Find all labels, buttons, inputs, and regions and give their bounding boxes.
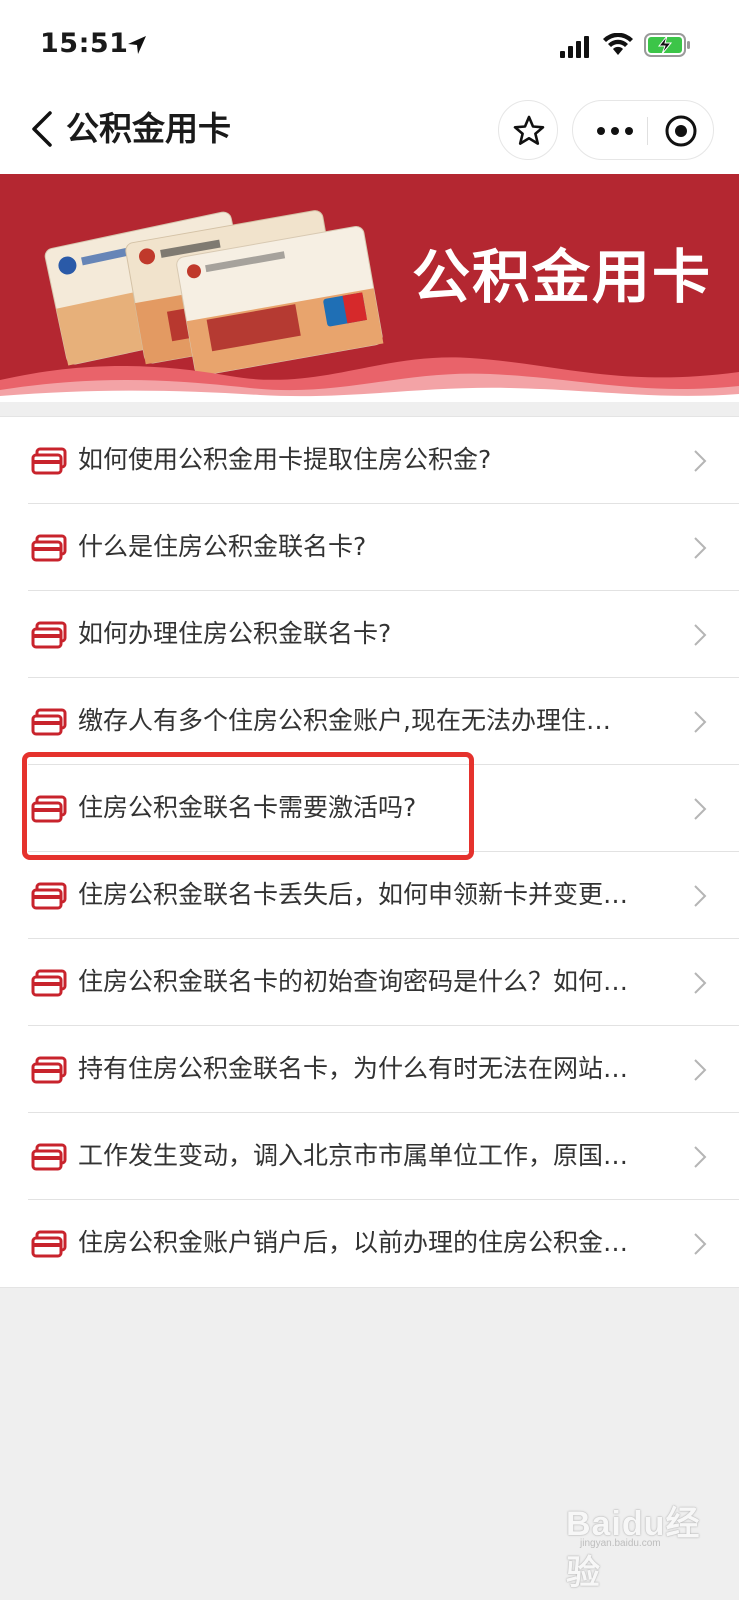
back-icon[interactable] <box>28 109 58 149</box>
card-icon <box>31 882 67 910</box>
favorite-button[interactable] <box>498 100 558 160</box>
list-item-label: 住房公积金联名卡丢失后，如何申领新卡并变更… <box>78 880 629 909</box>
status-bar: 15:51 <box>0 0 739 92</box>
list-item-label: 如何办理住房公积金联名卡? <box>78 619 392 648</box>
chevron-right-icon <box>694 450 707 472</box>
page-title: 公积金用卡 <box>66 109 231 148</box>
list-item[interactable]: 持有住房公积金联名卡，为什么有时无法在网站… <box>28 1026 739 1113</box>
card-icon <box>31 447 67 475</box>
star-icon <box>513 115 545 145</box>
signal-icon <box>560 36 589 58</box>
capsule-divider <box>647 117 648 145</box>
wifi-icon <box>603 33 633 55</box>
chevron-right-icon <box>694 711 707 733</box>
highlight-annotation <box>22 752 474 860</box>
card-icon <box>31 621 67 649</box>
list-item[interactable]: 工作发生变动，调入北京市市属单位工作，原国… <box>28 1113 739 1200</box>
nav-bar: 公积金用卡 <box>0 92 739 174</box>
list-item-label: 如何使用公积金用卡提取住房公积金? <box>78 445 492 474</box>
banner: 公积金用卡 <box>0 174 739 402</box>
card-icon <box>31 1143 67 1171</box>
chevron-right-icon <box>694 537 707 559</box>
list-item-label: 住房公积金账户销户后，以前办理的住房公积金… <box>78 1228 629 1257</box>
chevron-right-icon <box>694 1233 707 1255</box>
more-icon[interactable] <box>595 119 635 143</box>
card-icon <box>31 534 67 562</box>
chevron-right-icon <box>694 798 707 820</box>
list-item[interactable]: 如何办理住房公积金联名卡? <box>28 591 739 678</box>
chevron-right-icon <box>694 972 707 994</box>
list-item-label: 工作发生变动，调入北京市市属单位工作，原国… <box>78 1141 629 1170</box>
list-item[interactable]: 什么是住房公积金联名卡? <box>28 504 739 591</box>
card-icon <box>31 969 67 997</box>
close-target-icon[interactable] <box>663 113 699 149</box>
status-time: 15:51 <box>40 28 129 59</box>
baidu-watermark: Baidu经验 jingyan.baidu.com <box>566 1494 716 1592</box>
list-item[interactable]: 如何使用公积金用卡提取住房公积金? <box>28 417 739 504</box>
card-icon <box>31 708 67 736</box>
chevron-right-icon <box>694 885 707 907</box>
watermark-subtext: jingyan.baidu.com <box>580 1538 661 1549</box>
chevron-right-icon <box>694 1059 707 1081</box>
card-icon <box>31 1230 67 1258</box>
list-item[interactable]: 住房公积金账户销户后，以前办理的住房公积金… <box>28 1200 739 1287</box>
list-item[interactable]: 住房公积金联名卡丢失后，如何申领新卡并变更… <box>28 852 739 939</box>
chevron-right-icon <box>694 624 707 646</box>
list-item[interactable]: 住房公积金联名卡的初始查询密码是什么？如何… <box>28 939 739 1026</box>
chevron-right-icon <box>694 1146 707 1168</box>
banner-title: 公积金用卡 <box>412 243 713 311</box>
list-item-label: 持有住房公积金联名卡，为什么有时无法在网站… <box>78 1054 629 1083</box>
list-item-label: 什么是住房公积金联名卡? <box>78 532 367 561</box>
banner-wave-decoration <box>0 357 739 402</box>
card-icon <box>31 1056 67 1084</box>
battery-charging-icon <box>644 33 690 57</box>
list-item-label: 住房公积金联名卡的初始查询密码是什么？如何… <box>78 967 629 996</box>
location-arrow-icon <box>128 36 146 54</box>
mini-program-capsule <box>572 100 714 160</box>
